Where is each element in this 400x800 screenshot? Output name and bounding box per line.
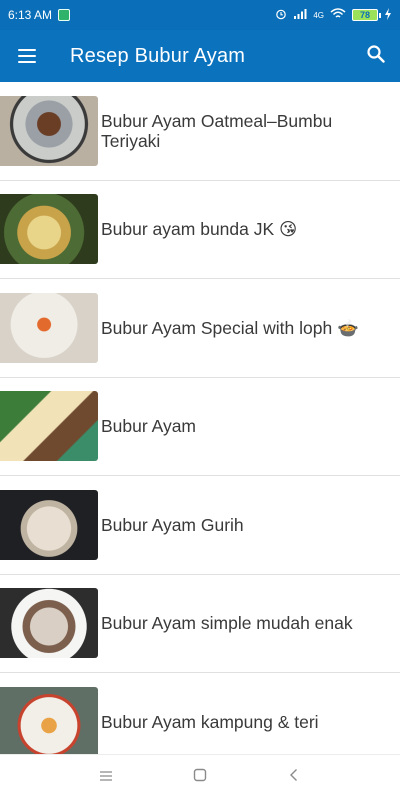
network-label: 4G [313, 10, 324, 20]
home-button[interactable] [188, 766, 212, 790]
recipe-list-item[interactable]: Bubur Ayam [0, 377, 400, 476]
menu-icon [18, 49, 36, 63]
recipe-title: Bubur Ayam simple mudah enak [101, 613, 353, 634]
recipe-title: Bubur Ayam Gurih [101, 514, 244, 535]
recipe-list-item[interactable]: Bubur Ayam simple mudah enak [0, 574, 400, 673]
battery-icon: 78 [352, 9, 381, 21]
recipe-list-item[interactable]: Bubur Ayam Special with loph 🍲 [0, 279, 400, 378]
recipe-list-item[interactable]: Bubur ayam bunda JK 😘 [0, 180, 400, 279]
recipe-thumbnail [0, 292, 98, 363]
status-bar: 6:13 AM 4G 78 [0, 0, 400, 30]
recipe-title: Bubur Ayam [101, 416, 197, 437]
recipe-title: Bubur Ayam Special with loph 🍲 [101, 317, 359, 338]
search-icon [366, 44, 386, 69]
recipe-thumbnail [0, 588, 98, 659]
recents-icon [99, 769, 113, 787]
recipe-thumbnail [0, 391, 98, 462]
recipe-title: Bubur Ayam Oatmeal–Bumbu Teriyaki [101, 110, 333, 151]
recipe-list-item[interactable]: Bubur Ayam Oatmeal–Bumbu Teriyaki [0, 82, 400, 181]
recipe-thumbnail [0, 489, 98, 560]
recipe-title: Bubur ayam bunda JK 😘 [101, 219, 298, 240]
search-button[interactable] [352, 30, 400, 82]
recents-button[interactable] [94, 766, 118, 790]
alarm-icon [275, 8, 287, 23]
recipe-thumbnail [0, 686, 98, 757]
status-time: 6:13 AM [8, 8, 53, 22]
notification-icon [58, 9, 71, 21]
recipe-list-item[interactable]: Bubur Ayam Gurih [0, 476, 400, 575]
back-icon [288, 768, 300, 787]
app-bar: Resep Bubur Ayam [0, 30, 400, 82]
back-button[interactable] [282, 766, 306, 790]
status-icons: 4G 78 [275, 7, 392, 23]
charging-icon [384, 7, 392, 23]
signal-icon [293, 8, 307, 23]
recipe-thumbnail [0, 95, 98, 166]
recipe-title: Bubur Ayam kampung & teri [101, 711, 319, 732]
recipe-thumbnail [0, 194, 98, 265]
system-nav-bar [0, 754, 400, 800]
home-icon [193, 768, 207, 787]
page-title: Resep Bubur Ayam [70, 44, 246, 67]
menu-button[interactable] [0, 30, 54, 82]
wifi-icon [330, 7, 346, 23]
recipe-list: Bubur Ayam Oatmeal–Bumbu Teriyaki Bubur … [0, 82, 400, 772]
